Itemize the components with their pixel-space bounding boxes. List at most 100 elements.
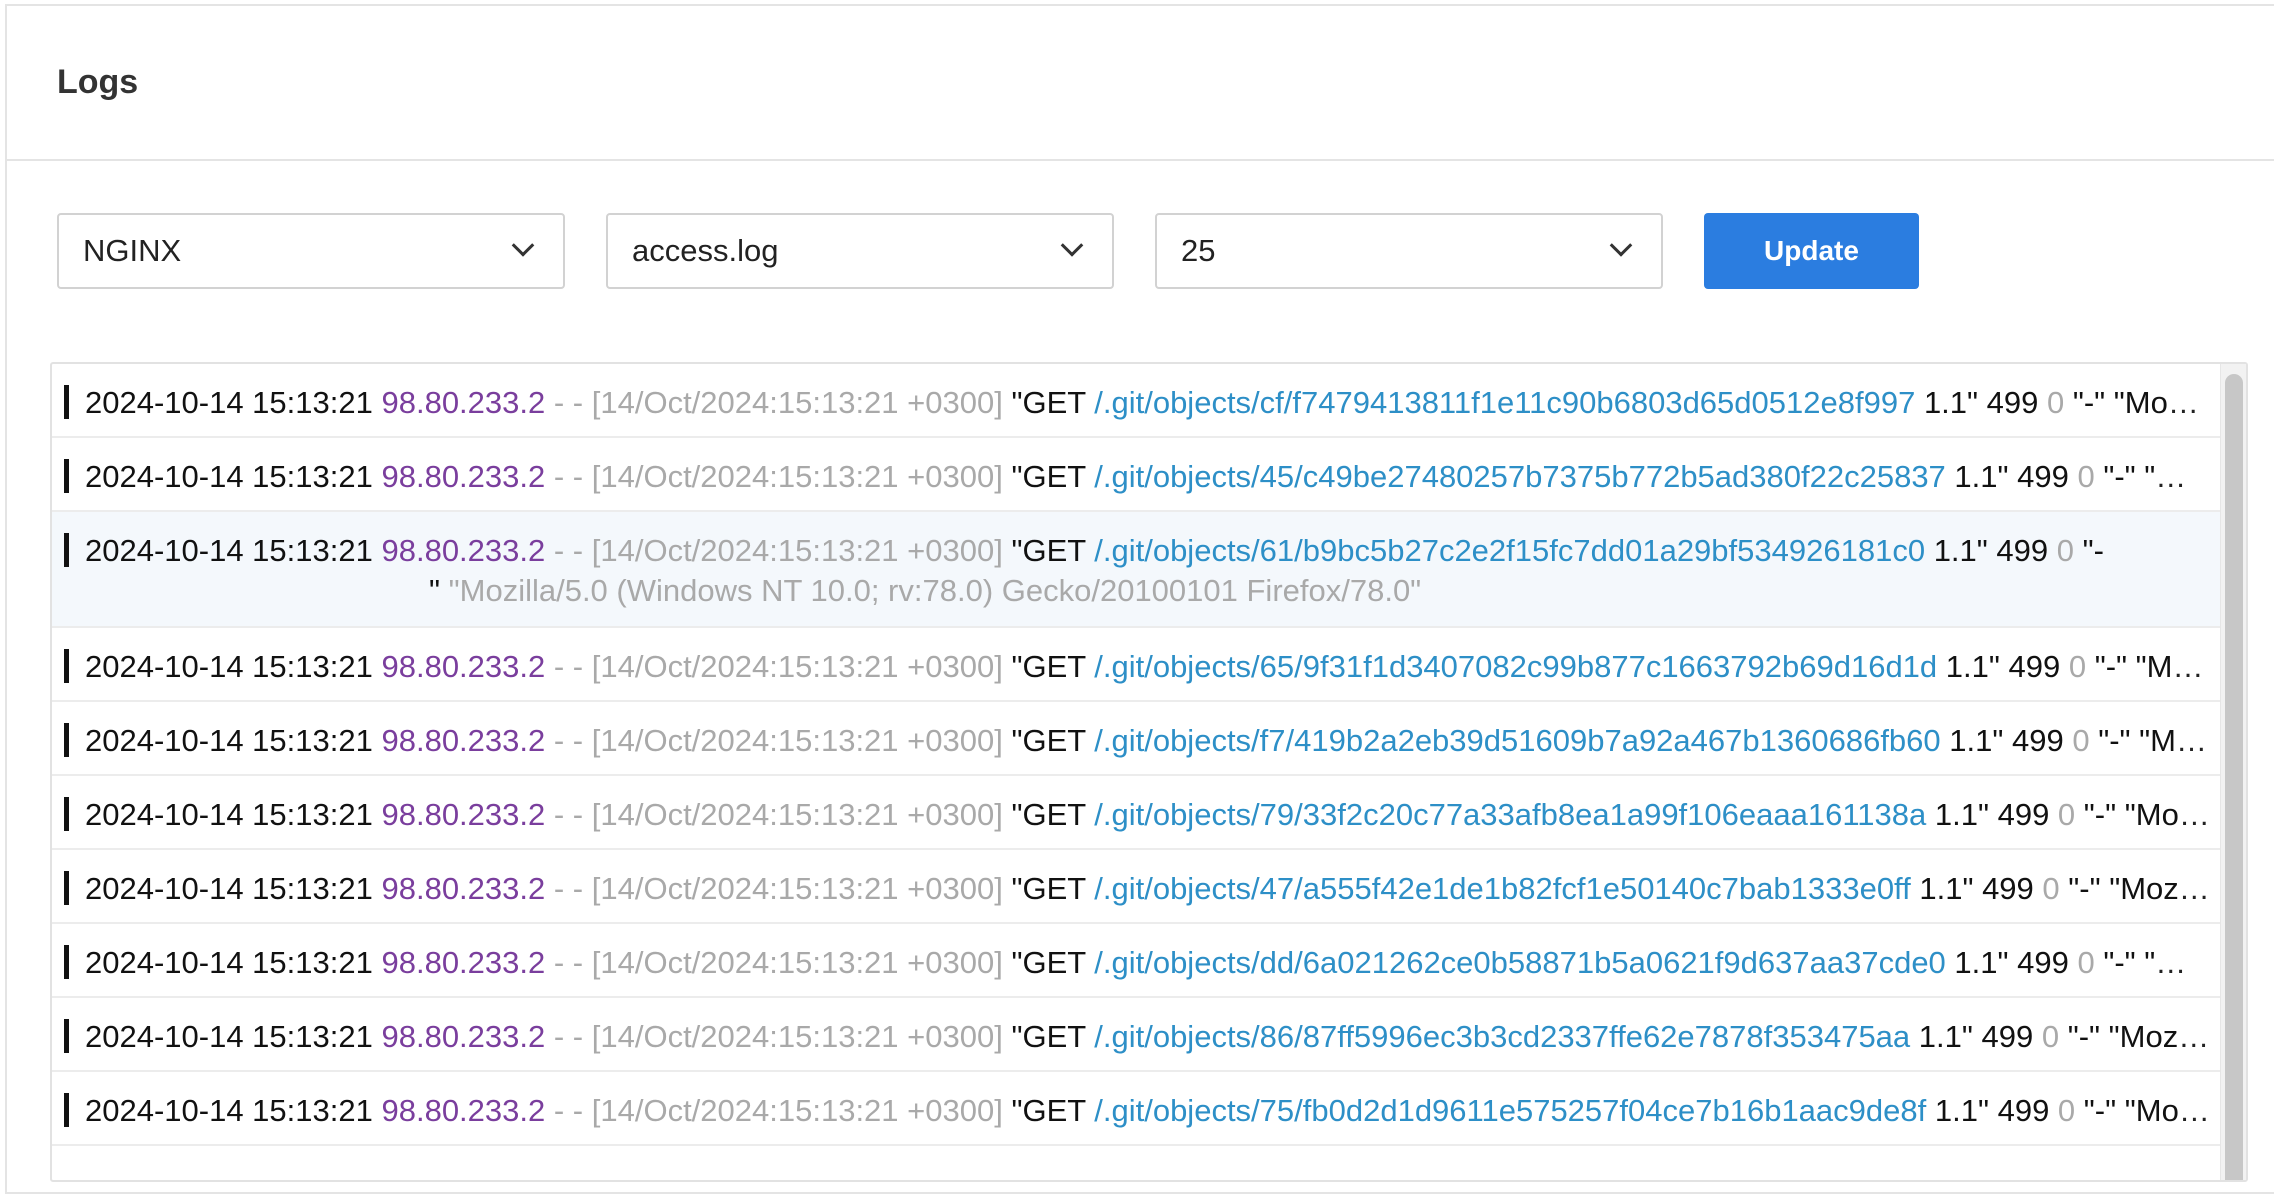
page-title: Logs bbox=[57, 63, 139, 101]
log-path: /.git/objects/f7/419b2a2eb39d51609b7a92a… bbox=[1094, 723, 1941, 758]
log-date: - - [14/Oct/2024:15:13:21 +0300] bbox=[553, 1093, 1012, 1128]
log-file-value: access.log bbox=[632, 233, 779, 268]
log-method: "GET bbox=[1011, 723, 1095, 758]
log-status: 1.1" 499 bbox=[1954, 945, 2078, 980]
log-entry-marker bbox=[64, 459, 69, 493]
log-date: - - [14/Oct/2024:15:13:21 +0300] bbox=[553, 871, 1012, 906]
log-referrer: "- bbox=[2082, 533, 2104, 568]
log-viewer[interactable]: 2024-10-14 15:13:21 98.80.233.2 - - [14/… bbox=[50, 362, 2248, 1182]
log-entry[interactable]: 2024-10-14 15:13:21 98.80.233.2 - - [14/… bbox=[52, 1072, 2220, 1146]
log-path: /.git/objects/65/9f31f1d3407082c99b877c1… bbox=[1094, 649, 1938, 684]
log-method: "GET bbox=[1011, 533, 1095, 568]
log-date: - - [14/Oct/2024:15:13:21 +0300] bbox=[553, 459, 1012, 494]
log-timestamp: 2024-10-14 15:13:21 bbox=[85, 649, 373, 684]
log-path: /.git/objects/79/33f2c20c77a33afb8ea1a99… bbox=[1094, 797, 1927, 832]
log-ip: 98.80.233.2 bbox=[381, 533, 546, 568]
log-date: - - [14/Oct/2024:15:13:21 +0300] bbox=[553, 649, 1012, 684]
log-bytes: 0 bbox=[2077, 945, 2095, 980]
log-entry-expanded[interactable]: 2024-10-14 15:13:21 98.80.233.2 - - [14/… bbox=[52, 512, 2220, 628]
log-ip: 98.80.233.2 bbox=[381, 385, 546, 420]
scrollbar-track[interactable] bbox=[2220, 364, 2246, 1180]
log-bytes: 0 bbox=[2041, 1019, 2060, 1054]
log-method: "GET bbox=[1011, 871, 1095, 906]
log-ip: 98.80.233.2 bbox=[381, 459, 546, 494]
log-date: - - [14/Oct/2024:15:13:21 +0300] bbox=[553, 1019, 1012, 1054]
log-date: - - [14/Oct/2024:15:13:21 +0300] bbox=[553, 797, 1012, 832]
update-button[interactable]: Update bbox=[1704, 213, 1919, 289]
log-date: - - [14/Oct/2024:15:13:21 +0300] bbox=[553, 945, 1012, 980]
log-path: /.git/objects/47/a555f42e1de1b82fcf1e501… bbox=[1094, 871, 1911, 906]
log-status: 1.1" 499 bbox=[1933, 533, 2057, 568]
log-timestamp: 2024-10-14 15:13:21 bbox=[85, 385, 373, 420]
log-path: /.git/objects/45/c49be27480257b7375b772b… bbox=[1094, 459, 1946, 494]
scrollbar-thumb[interactable] bbox=[2225, 374, 2243, 1180]
log-entry[interactable]: 2024-10-14 15:13:21 98.80.233.2 - - [14/… bbox=[52, 702, 2220, 776]
log-entry-marker bbox=[64, 533, 69, 567]
log-tail: "-" "Mozilla/5.0 (Windows NT 10.0; rv:78… bbox=[2103, 945, 2220, 980]
log-entry[interactable]: 2024-10-14 15:13:21 98.80.233.2 - - [14/… bbox=[52, 628, 2220, 702]
log-bytes: 0 bbox=[2056, 533, 2074, 568]
log-timestamp: 2024-10-14 15:13:21 bbox=[85, 533, 373, 568]
log-timestamp: 2024-10-14 15:13:21 bbox=[85, 459, 373, 494]
log-bytes: 0 bbox=[2057, 1093, 2076, 1128]
log-ip: 98.80.233.2 bbox=[381, 945, 546, 980]
log-entry[interactable]: 2024-10-14 15:13:21 98.80.233.2 - - [14/… bbox=[52, 850, 2220, 924]
log-toolbar: NGINX access.log 25 Update bbox=[57, 213, 1919, 289]
log-timestamp: 2024-10-14 15:13:21 bbox=[85, 723, 373, 758]
log-method: "GET bbox=[1011, 649, 1095, 684]
log-tail: "-" "Mozilla/5.0 (Windows NT 10.0; rv:78… bbox=[2083, 1093, 2220, 1128]
log-entry[interactable]: 2024-10-14 15:13:21 98.80.233.2 - - [14/… bbox=[52, 998, 2220, 1072]
log-method: "GET bbox=[1011, 459, 1095, 494]
log-continuation: " "Mozilla/5.0 (Windows NT 10.0; rv:78.0… bbox=[85, 571, 2212, 611]
log-entry[interactable]: 2024-10-14 15:13:21 98.80.233.2 - - [14/… bbox=[52, 776, 2220, 850]
log-ip: 98.80.233.2 bbox=[381, 723, 546, 758]
log-ip: 98.80.233.2 bbox=[381, 871, 546, 906]
log-method: "GET bbox=[1011, 1019, 1095, 1054]
log-status: 1.1" 499 bbox=[1949, 723, 2073, 758]
log-status: 1.1" 499 bbox=[1954, 459, 2078, 494]
log-tail: "-" "Mozilla/5.0 (Windows NT 10.0; rv:78… bbox=[2083, 797, 2220, 832]
log-tail: "-" "Mozilla/5.0 (Windows NT 10.0; rv:78… bbox=[2103, 459, 2220, 494]
chevron-down-icon bbox=[511, 234, 535, 257]
log-bytes: 0 bbox=[2077, 459, 2095, 494]
line-count-value: 25 bbox=[1181, 233, 1216, 268]
log-referrer-end: " bbox=[429, 573, 449, 608]
log-tail: "-" "Mozilla/5.0 (Windows NT 10.0; rv:78… bbox=[2072, 385, 2220, 420]
log-status: 1.1" 499 bbox=[1934, 1093, 2058, 1128]
log-status: 1.1" 499 bbox=[1945, 649, 2069, 684]
log-entry-marker bbox=[64, 1019, 69, 1053]
log-file-select[interactable]: access.log bbox=[606, 213, 1114, 289]
log-timestamp: 2024-10-14 15:13:21 bbox=[85, 797, 373, 832]
log-status: 1.1" 499 bbox=[1919, 871, 2043, 906]
log-entry-marker bbox=[64, 871, 69, 905]
log-path: /.git/objects/75/fb0d2d1d9611e575257f04c… bbox=[1094, 1093, 1927, 1128]
line-count-select[interactable]: 25 bbox=[1155, 213, 1663, 289]
chevron-down-icon bbox=[1060, 234, 1084, 257]
log-tail: "-" "Mozilla/5.0 (Windows NT 10.0; rv:78… bbox=[2094, 649, 2220, 684]
log-bytes: 0 bbox=[2046, 385, 2065, 420]
log-entry-marker bbox=[64, 1093, 69, 1127]
log-entry-marker bbox=[64, 385, 69, 419]
log-status: 1.1" 499 bbox=[1934, 797, 2058, 832]
log-bytes: 0 bbox=[2068, 649, 2087, 684]
log-bytes: 0 bbox=[2057, 797, 2076, 832]
log-path: /.git/objects/86/87ff5996ec3b3cd2337ffe6… bbox=[1094, 1019, 1911, 1054]
log-date: - - [14/Oct/2024:15:13:21 +0300] bbox=[553, 723, 1012, 758]
log-source-select[interactable]: NGINX bbox=[57, 213, 565, 289]
log-path: /.git/objects/cf/f7479413811f1e11c90b680… bbox=[1094, 385, 1916, 420]
log-date: - - [14/Oct/2024:15:13:21 +0300] bbox=[553, 385, 1012, 420]
log-ip: 98.80.233.2 bbox=[381, 797, 546, 832]
log-method: "GET bbox=[1011, 1093, 1095, 1128]
log-timestamp: 2024-10-14 15:13:21 bbox=[85, 1093, 373, 1128]
log-entry-marker bbox=[64, 649, 69, 683]
log-date: - - [14/Oct/2024:15:13:21 +0300] bbox=[553, 533, 1012, 568]
log-entry[interactable]: 2024-10-14 15:13:21 98.80.233.2 - - [14/… bbox=[52, 438, 2220, 512]
log-tail: "-" "Mozilla/5.0 (Windows NT 10.0; rv:78… bbox=[2068, 871, 2220, 906]
log-user-agent: "Mozilla/5.0 (Windows NT 10.0; rv:78.0) … bbox=[448, 573, 1422, 608]
log-bytes: 0 bbox=[2072, 723, 2090, 758]
log-entry[interactable]: 2024-10-14 15:13:21 98.80.233.2 - - [14/… bbox=[52, 364, 2220, 438]
log-timestamp: 2024-10-14 15:13:21 bbox=[85, 871, 373, 906]
log-method: "GET bbox=[1011, 797, 1095, 832]
log-entry[interactable]: 2024-10-14 15:13:21 98.80.233.2 - - [14/… bbox=[52, 924, 2220, 998]
log-entry-marker bbox=[64, 723, 69, 757]
